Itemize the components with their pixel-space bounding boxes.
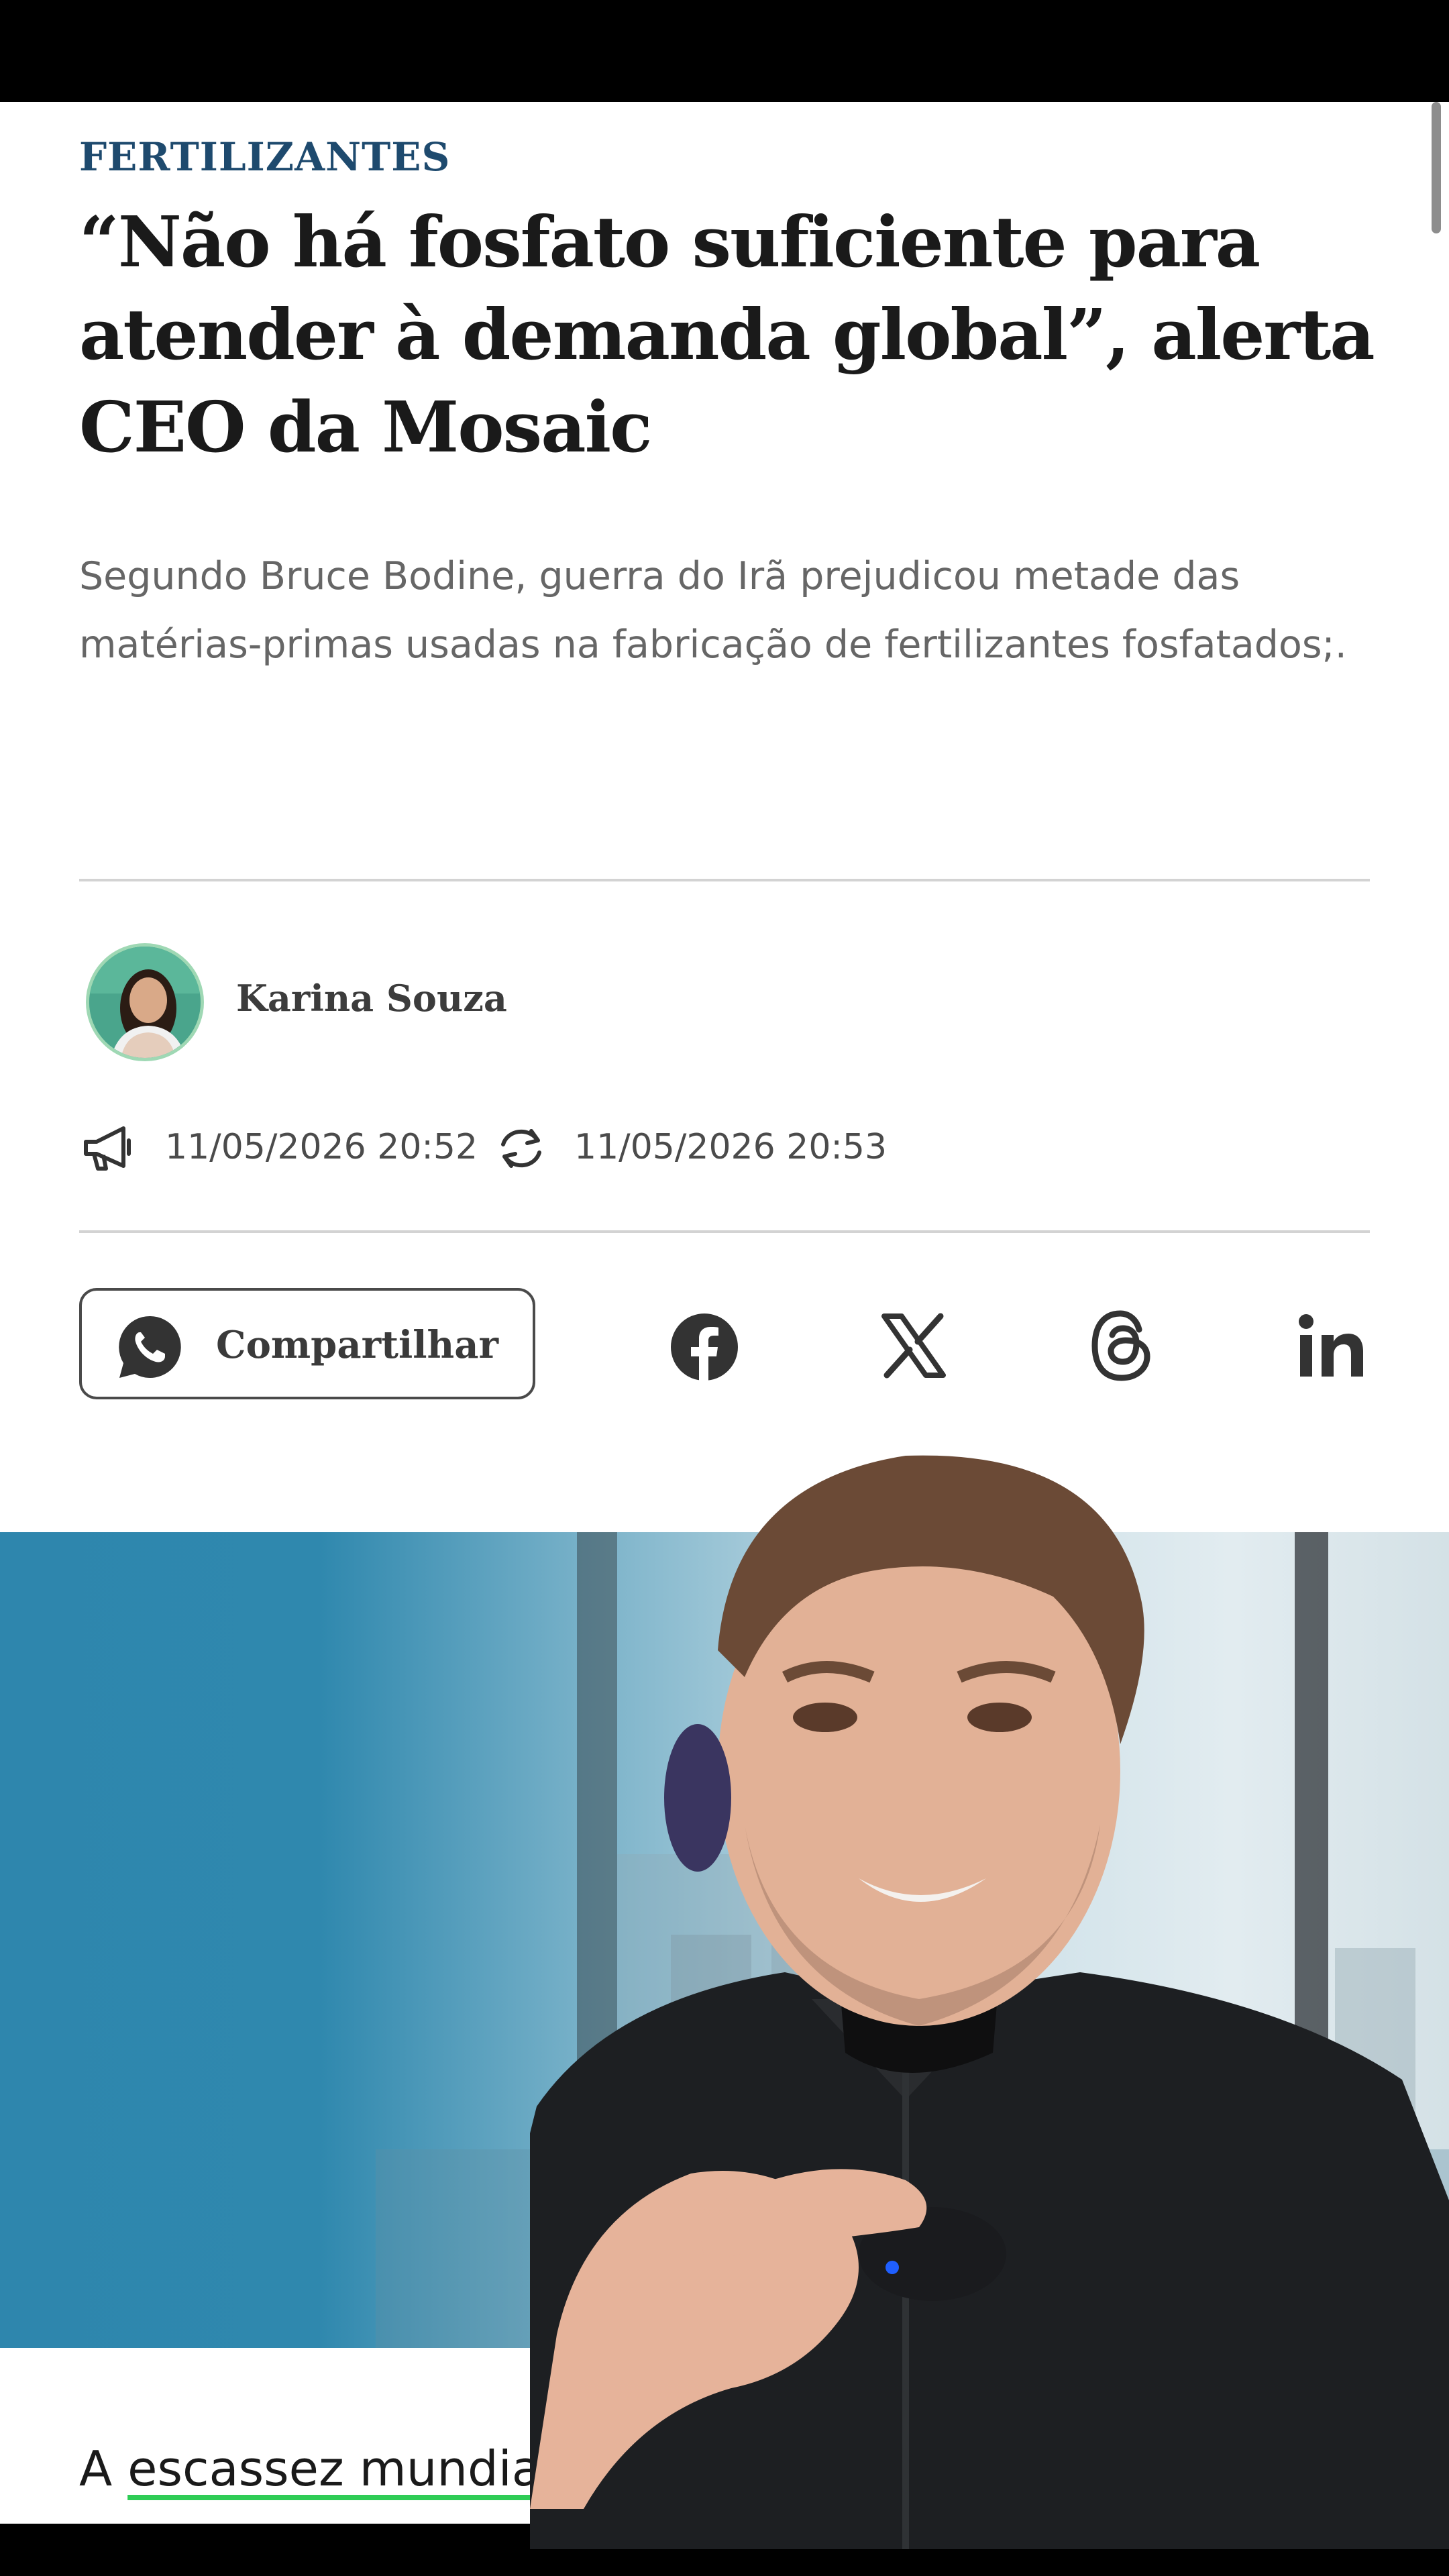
article-body-start: A escassez mundial xyxy=(79,2440,555,2497)
divider xyxy=(79,879,1370,881)
threads-icon[interactable] xyxy=(1089,1309,1154,1385)
section-kicker[interactable]: FERTILIZANTES xyxy=(79,134,450,180)
author-avatar[interactable] xyxy=(86,943,204,1061)
facebook-icon[interactable] xyxy=(669,1312,739,1385)
body-text: A xyxy=(79,2440,128,2497)
divider xyxy=(79,1230,1370,1233)
whatsapp-share-button[interactable]: Compartilhar xyxy=(79,1288,535,1399)
article-subtitle: Segundo Bruce Bodine, guerra do Irã prej… xyxy=(79,554,1347,667)
updated-date: 11/05/2026 20:53 xyxy=(574,1127,888,1167)
share-label: Compartilhar xyxy=(216,1323,499,1367)
megaphone-icon xyxy=(82,1124,137,1175)
whatsapp-icon xyxy=(115,1312,185,1385)
scrollbar[interactable] xyxy=(1432,102,1441,233)
author-name[interactable]: Karina Souza xyxy=(236,977,507,1020)
body-link[interactable]: escassez mundial xyxy=(127,2440,555,2497)
x-icon[interactable] xyxy=(880,1312,947,1382)
refresh-icon xyxy=(494,1124,549,1175)
screen: FERTILIZANTES “Não há fosfato suficiente… xyxy=(0,0,1449,2576)
linkedin-icon[interactable] xyxy=(1297,1312,1364,1382)
published-date: 11/05/2026 20:52 xyxy=(165,1127,478,1167)
article-headline: “Não há fosfato suficiente para atender … xyxy=(79,201,1375,468)
presenter-video-overlay[interactable] xyxy=(530,1395,1449,2549)
